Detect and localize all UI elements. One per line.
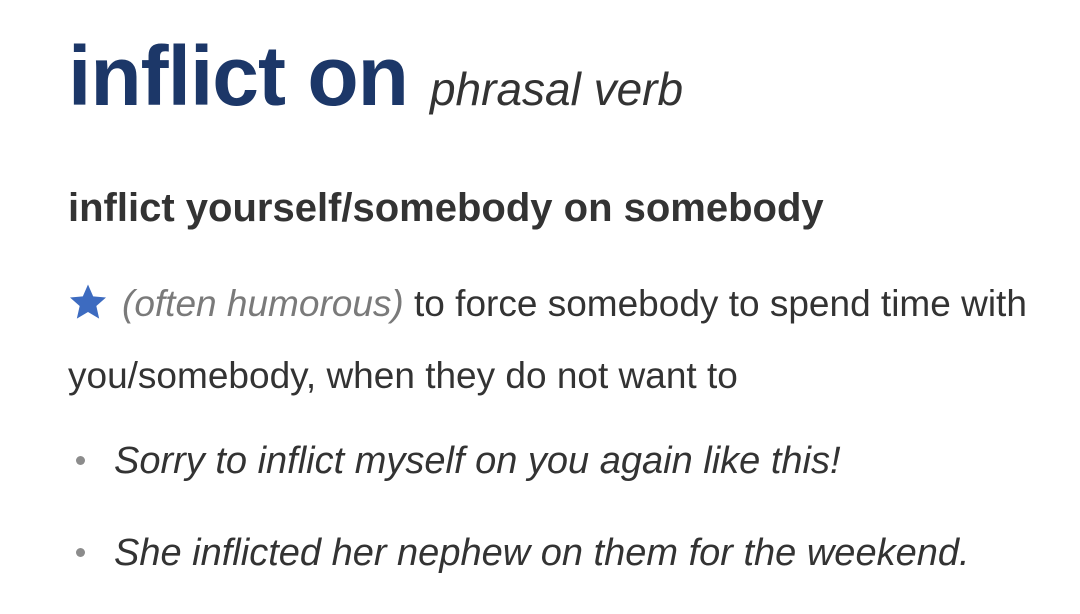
- example-list: Sorry to inflict myself on you again lik…: [76, 430, 970, 614]
- idiom-phrase: inflict yourself/somebody on somebody: [68, 186, 824, 230]
- bullet-icon: [76, 548, 85, 557]
- register-label: (often humorous): [122, 283, 404, 324]
- example-text: She inflicted her nephew on them for the…: [114, 532, 970, 574]
- star-icon: [70, 284, 106, 319]
- bullet-icon: [76, 456, 85, 465]
- example-text: Sorry to inflict myself on you again lik…: [114, 440, 841, 482]
- part-of-speech: phrasal verb: [429, 63, 684, 115]
- example-item: She inflicted her nephew on them for the…: [76, 522, 970, 614]
- headword: inflict on: [68, 29, 409, 123]
- example-item: Sorry to inflict myself on you again lik…: [76, 430, 970, 522]
- definition: (often humorous) to force somebody to sp…: [68, 268, 1028, 412]
- headword-line: inflict on phrasal verb: [68, 28, 683, 125]
